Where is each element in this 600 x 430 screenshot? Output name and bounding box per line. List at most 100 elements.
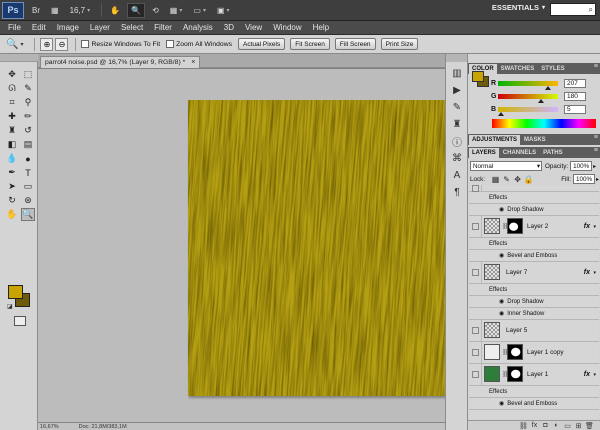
tab-channels[interactable]: CHANNELS [500,148,539,158]
zoom-tool-icon[interactable]: 🔍 [21,208,35,221]
type-tool-icon[interactable]: T [21,166,35,179]
fx-icon[interactable]: fx [584,364,590,385]
layer-row[interactable]: ⛓ Layer 1 copy [469,342,599,364]
blend-mode-select[interactable]: Normal ▾ [470,161,542,171]
fill-screen-button[interactable]: Fill Screen [334,38,376,50]
green-value[interactable]: 180 [564,92,586,101]
layer-mask-thumbnail[interactable] [507,344,523,360]
blue-value[interactable]: 5 [564,105,586,114]
default-colors-icon[interactable]: ◪ [7,303,13,310]
arrange-documents-button[interactable]: ▭ ▾ [189,3,210,18]
healing-tool-icon[interactable]: ✚ [5,110,19,123]
menu-view[interactable]: View [245,23,262,32]
panel-grip[interactable] [446,54,468,62]
hand-tool-icon[interactable]: ✋ [5,208,19,221]
3d-orbit-tool-icon[interactable]: ⊛ [21,194,35,207]
eye-icon[interactable]: ◉ [499,252,504,259]
menu-image[interactable]: Image [57,23,79,32]
eyedropper-tool-icon[interactable]: ⚲ [21,96,35,109]
document-tab[interactable]: parrot4 noise.psd @ 16,7% (Layer 9, RGB/… [40,56,201,68]
tab-styles[interactable]: STYLES [538,64,567,74]
effects-row[interactable]: Effects [469,192,599,204]
history-brush-icon[interactable]: ↺ [21,124,35,137]
effect-item[interactable]: ◉ Drop Shadow [469,296,599,308]
tool-preset-dropdown[interactable]: ▾ [20,41,23,48]
menu-filter[interactable]: Filter [154,23,172,32]
close-icon[interactable]: × [191,59,195,66]
chevron-right-icon[interactable]: ▸ [596,176,599,183]
blue-slider[interactable] [498,107,558,116]
visibility-toggle[interactable] [469,185,482,192]
new-group-icon[interactable]: ▭ [562,422,573,430]
expand-arrow-icon[interactable]: ▾ [593,262,596,283]
zoom-all-windows-checkbox[interactable]: Zoom All Windows [166,40,232,48]
lock-transparency-icon[interactable]: ▦ [490,175,501,184]
rotate-view-button[interactable]: ⟲ [148,3,163,18]
foreground-color-swatch[interactable] [472,71,484,82]
hand-tool-button[interactable]: ✋ [106,3,124,18]
zoom-tool-icon[interactable]: 🔍 [6,39,18,50]
layer-row-partial[interactable] [469,185,599,192]
shape-tool-icon[interactable]: ▭ [21,180,35,193]
opacity-field[interactable]: 100% [570,161,593,171]
search-field[interactable]: ⌕ [550,3,596,16]
character-panel-icon[interactable]: A [449,168,465,183]
red-slider[interactable] [498,81,558,90]
menu-select[interactable]: Select [121,23,143,32]
layer-row[interactable]: ⛓ Layer 2 fx ▾ [469,216,599,238]
green-slider[interactable] [498,94,558,103]
foreground-color-swatch[interactable] [8,285,23,299]
tab-adjustments[interactable]: ADJUSTMENTS [469,135,521,145]
screen-mode-button[interactable]: ▣ ▾ [213,3,234,18]
tab-swatches[interactable]: SWATCHES [498,64,538,74]
checkbox-box[interactable] [81,40,90,48]
eye-icon[interactable]: ◉ [499,310,504,317]
slider-handle[interactable] [545,86,551,90]
slider-handle[interactable] [498,112,504,116]
print-size-button[interactable]: Print Size [380,38,419,50]
visibility-toggle[interactable] [469,320,482,341]
lock-all-icon[interactable]: 🔒 [523,175,534,184]
3d-rotate-tool-icon[interactable]: ↻ [5,194,19,207]
effect-item[interactable]: ◉ Bevel and Emboss [469,250,599,262]
status-zoom[interactable]: 16,67% [40,424,59,430]
panel-menu-icon[interactable]: ≡ [594,147,598,154]
zoom-in-button[interactable]: ⊕ [40,37,54,51]
tab-layers[interactable]: LAYERS [469,148,499,158]
stamp-tool-icon[interactable]: ♜ [5,124,19,137]
menu-edit[interactable]: Edit [32,23,46,32]
zoom-out-button[interactable]: ⊖ [55,37,69,51]
visibility-toggle[interactable] [469,364,482,385]
visibility-toggle[interactable] [469,216,482,237]
path-select-tool-icon[interactable]: ➤ [5,180,19,193]
new-layer-icon[interactable]: ⊞ [573,422,584,430]
eye-icon[interactable]: ◉ [499,400,504,407]
lock-position-icon[interactable]: ✥ [512,175,523,184]
actions-panel-icon[interactable]: ▶ [449,83,465,98]
brushes-panel-icon[interactable]: ✎ [449,100,465,115]
resize-windows-checkbox[interactable]: Resize Windows To Fit [81,40,160,48]
tab-masks[interactable]: MASKS [521,135,549,145]
canvas-image[interactable] [188,100,446,396]
menu-window[interactable]: Window [273,23,301,32]
effects-row[interactable]: Effects [469,284,599,296]
zoom-tool-button[interactable]: 🔍 [127,2,146,18]
lock-pixels-icon[interactable]: ✎ [501,175,512,184]
tab-paths[interactable]: PATHS [540,148,565,158]
fx-icon[interactable]: fx [529,422,540,429]
menu-analysis[interactable]: Analysis [183,23,213,32]
adjustment-layer-icon[interactable]: ◐ [551,422,562,429]
bridge-button[interactable]: Br [28,3,44,18]
mini-bridge-button[interactable]: ▦ [47,3,63,18]
slider-handle[interactable] [538,99,544,103]
actual-pixels-button[interactable]: Actual Pixels [238,38,286,50]
menu-file[interactable]: File [8,23,21,32]
panel-grip[interactable] [0,54,38,62]
effect-item[interactable]: ◉ Inner Shadow [469,308,599,320]
fx-icon[interactable]: fx [584,216,590,237]
crop-tool-icon[interactable]: ⌗ [5,96,19,109]
effects-row[interactable]: Effects [469,386,599,398]
fit-screen-button[interactable]: Fit Screen [290,38,330,50]
menu-3d[interactable]: 3D [224,23,234,32]
layer-mask-thumbnail[interactable] [507,218,523,234]
